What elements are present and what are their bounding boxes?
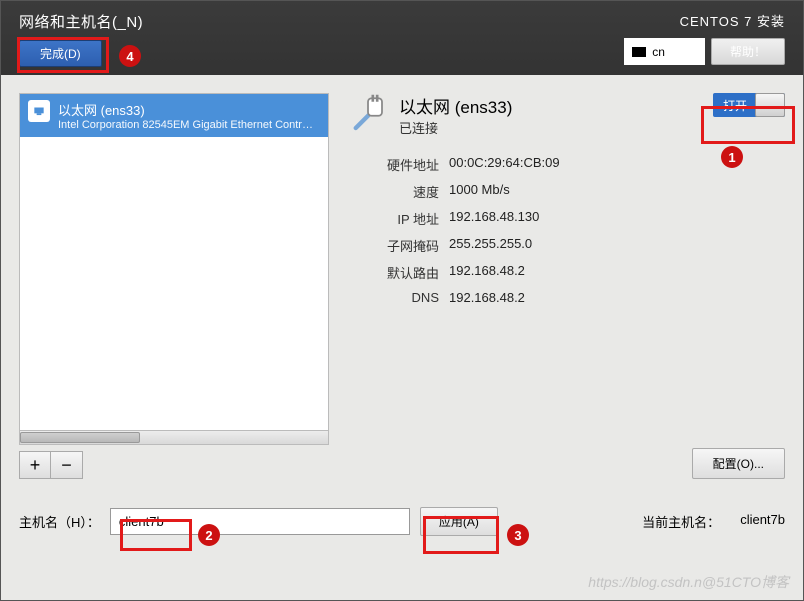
ethernet-icon bbox=[28, 100, 50, 122]
connection-details: 硬件地址00:0C:29:64:CB:09 速度1000 Mb/s IP 地址1… bbox=[347, 155, 785, 305]
interface-desc: Intel Corporation 82545EM Gigabit Ethern… bbox=[58, 119, 318, 131]
gateway-label: 默认路由 bbox=[347, 263, 439, 282]
interface-name: 以太网 (ens33) bbox=[58, 100, 318, 119]
annotation-num-2: 2 bbox=[198, 524, 220, 546]
connection-toggle[interactable]: 打开 bbox=[713, 93, 785, 117]
annotation-num-3: 3 bbox=[507, 524, 529, 546]
gateway-value: 192.168.48.2 bbox=[449, 263, 785, 282]
mask-value: 255.255.255.0 bbox=[449, 236, 785, 255]
plug-icon bbox=[347, 93, 389, 135]
dns-value: 192.168.48.2 bbox=[449, 290, 785, 305]
keyboard-icon bbox=[632, 47, 646, 57]
hw-label: 硬件地址 bbox=[347, 155, 439, 174]
keyboard-select[interactable]: cn bbox=[624, 38, 705, 65]
help-button[interactable]: 帮助！ bbox=[711, 38, 785, 65]
watermark: https://blog.csdn.n@51CTO博客 bbox=[588, 572, 789, 592]
interface-item-ens33[interactable]: 以太网 (ens33) Intel Corporation 82545EM Gi… bbox=[20, 94, 328, 137]
configure-button[interactable]: 配置(O)... bbox=[692, 448, 785, 479]
connection-title: 以太网 (ens33) bbox=[399, 93, 512, 118]
toggle-knob bbox=[755, 93, 785, 117]
interface-list[interactable]: 以太网 (ens33) Intel Corporation 82545EM Gi… bbox=[19, 93, 329, 431]
current-hostname-value: client7b bbox=[740, 512, 785, 531]
current-hostname-label: 当前主机名： bbox=[642, 512, 720, 531]
annotation-num-4: 4 bbox=[119, 45, 141, 67]
installer-title: CENTOS 7 安装 bbox=[680, 11, 785, 30]
header: 网络和主机名(_N) 完成(D) CENTOS 7 安装 cn 帮助！ bbox=[1, 1, 803, 75]
ip-value: 192.168.48.130 bbox=[449, 209, 785, 228]
mask-label: 子网掩码 bbox=[347, 236, 439, 255]
hostname-input[interactable] bbox=[110, 508, 410, 535]
add-interface-button[interactable]: + bbox=[19, 451, 51, 479]
hostname-label: 主机名（H）： bbox=[19, 512, 100, 531]
dns-label: DNS bbox=[347, 290, 439, 305]
speed-value: 1000 Mb/s bbox=[449, 182, 785, 201]
page-title: 网络和主机名(_N) bbox=[19, 11, 143, 32]
toggle-on-label: 打开 bbox=[713, 97, 747, 114]
remove-interface-button[interactable]: − bbox=[51, 451, 83, 479]
done-button[interactable]: 完成(D) bbox=[19, 40, 102, 67]
ip-label: IP 地址 bbox=[347, 209, 439, 228]
connection-status: 已连接 bbox=[399, 118, 512, 137]
scrollbar-thumb[interactable] bbox=[20, 432, 140, 443]
speed-label: 速度 bbox=[347, 182, 439, 201]
apply-button[interactable]: 应用(A) bbox=[420, 507, 498, 536]
keyboard-layout-label: cn bbox=[652, 45, 665, 59]
horizontal-scrollbar[interactable] bbox=[19, 431, 329, 445]
annotation-num-1: 1 bbox=[721, 146, 743, 168]
